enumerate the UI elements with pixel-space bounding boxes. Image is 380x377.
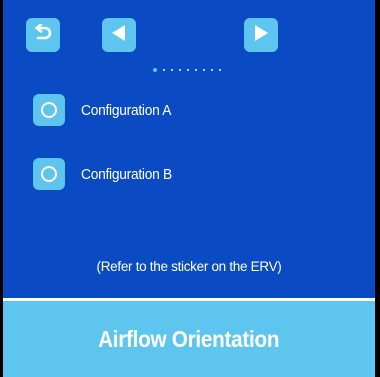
screen-title: Airflow Orientation [98,325,280,352]
page-dot [171,69,173,71]
option-configuration-b[interactable]: Configuration B [33,157,180,191]
option-label: Configuration A [81,101,172,119]
option-label: Configuration B [81,165,172,183]
main-panel: Configuration A Configuration B (Refer t… [3,0,375,298]
footer-bar: Airflow Orientation [3,301,375,377]
page-indicator [153,67,221,73]
next-button[interactable] [244,18,278,52]
help-note: (Refer to the sticker on the ERV) [96,259,282,274]
option-configuration-a[interactable]: Configuration A [33,93,179,127]
page-dot [179,69,181,71]
device-frame: Configuration A Configuration B (Refer t… [0,0,380,377]
undo-arrow-icon [33,22,53,47]
right-triangle-icon [254,24,268,46]
previous-button[interactable] [102,18,136,52]
radio-circle-icon [41,102,57,118]
radio-button[interactable] [33,158,65,190]
page-dot [211,69,213,71]
page-dot [163,69,165,71]
radio-circle-icon [41,166,57,182]
page-dot [187,69,189,71]
page-dot [219,69,221,71]
screen: Configuration A Configuration B (Refer t… [3,0,375,377]
back-button[interactable] [26,18,60,52]
page-dot-active [153,68,157,72]
page-dot [195,69,197,71]
left-triangle-icon [112,24,126,46]
radio-button[interactable] [33,94,65,126]
page-dot [203,69,205,71]
